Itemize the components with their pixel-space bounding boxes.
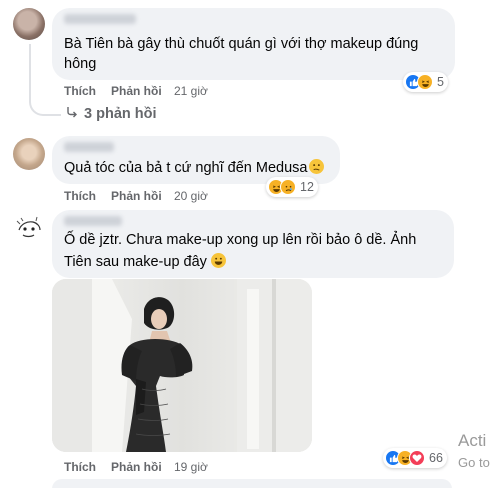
comment-timestamp[interactable]: 19 giờ	[174, 460, 208, 474]
reply-action[interactable]: Phản hồi	[111, 460, 162, 474]
comment-actions: Thích Phản hồi 21 giờ	[64, 84, 264, 100]
comment-photo[interactable]	[52, 279, 312, 452]
reply-action[interactable]: Phản hồi	[111, 189, 162, 203]
comment-text-line: hông	[64, 56, 97, 72]
comment-actions: Thích Phản hồi 19 giờ	[64, 460, 264, 476]
view-replies-link[interactable]: 3 phản hồi	[66, 106, 157, 122]
commenter-avatar[interactable]	[13, 8, 45, 40]
watermark-line: Go to	[458, 455, 490, 470]
reaction-count: 5	[437, 75, 444, 89]
like-action[interactable]: Thích	[64, 460, 96, 474]
comment-bubble: Bà Tiên bà gây thù chuốt quán gì với thợ…	[52, 8, 455, 80]
watermark-line: Acti	[458, 431, 487, 450]
comment-timestamp[interactable]: 20 giờ	[174, 189, 208, 203]
reply-arrow-icon	[66, 106, 80, 122]
like-action[interactable]: Thích	[64, 189, 96, 203]
comment-bubble: Ố dề jztr. Chưa make-up xong up lên rồi …	[52, 210, 454, 278]
sketch-avatar-icon	[16, 216, 41, 238]
comment-text-line: Quả tóc của bả t cứ nghĩ đến Medusa	[64, 158, 325, 178]
commenter-name-blurred[interactable]	[64, 14, 136, 24]
love-icon	[409, 450, 425, 466]
comment-text-line: Bà Tiên bà gây thù chuốt quán gì với thợ…	[64, 36, 419, 52]
comment-actions: Thích Phản hồi 20 giờ	[64, 189, 264, 205]
confused-face-icon	[309, 159, 325, 174]
comment-text-line: Ố dề jztr. Chưa make-up xong up lên rồi …	[64, 232, 417, 248]
commenter-name-blurred[interactable]	[64, 142, 114, 152]
thread-connector	[29, 44, 61, 116]
commenter-avatar[interactable]	[13, 138, 45, 170]
activate-windows-watermark: Acti Go to	[458, 430, 490, 474]
comment-bubble	[52, 479, 452, 488]
reaction-summary[interactable]: 5	[403, 72, 448, 92]
reply-action[interactable]: Phản hồi	[111, 84, 162, 98]
like-action[interactable]: Thích	[64, 84, 96, 98]
reaction-count: 12	[300, 180, 314, 194]
commenter-name-blurred[interactable]	[64, 216, 122, 226]
reaction-summary[interactable]: 12	[266, 177, 318, 197]
comment-text-line: Tiên sau make-up đây	[64, 252, 226, 272]
reaction-count: 66	[429, 451, 443, 465]
sad-icon	[280, 179, 296, 195]
photo-illustration	[52, 279, 312, 452]
commenter-avatar[interactable]	[13, 212, 45, 244]
reaction-summary[interactable]: 66	[383, 448, 447, 468]
comment-timestamp[interactable]: 21 giờ	[174, 84, 208, 98]
replies-count-label: 3 phản hồi	[84, 106, 157, 122]
haha-icon	[417, 74, 433, 90]
grinning-face-icon	[210, 253, 226, 268]
